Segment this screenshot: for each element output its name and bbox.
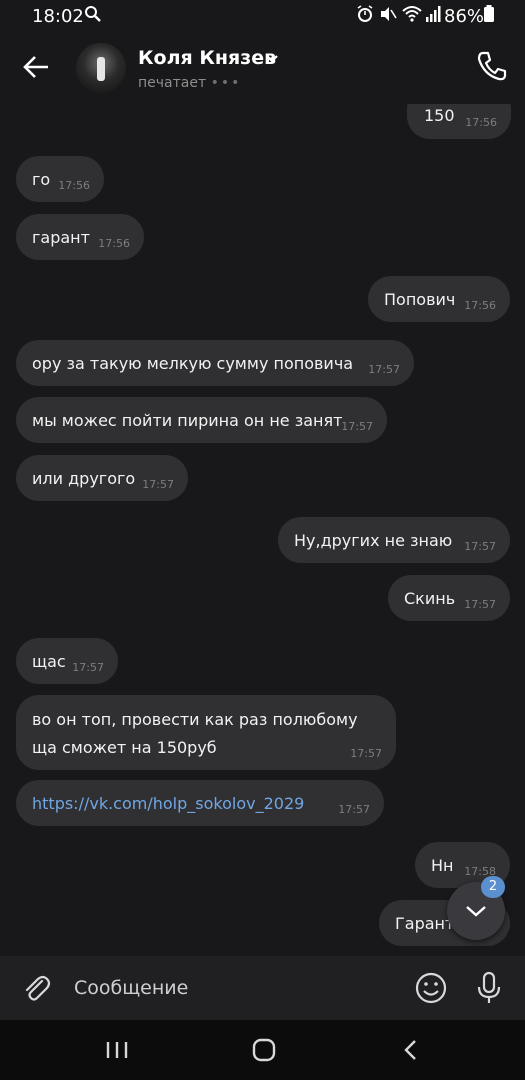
- message-text: Гарант: [395, 914, 455, 933]
- message-time: 17:57: [341, 420, 373, 433]
- system-nav-bar: [0, 1020, 525, 1080]
- typing-dots-icon: •••: [210, 75, 242, 91]
- message-time: 17:57: [72, 661, 104, 674]
- back-arrow-icon: [23, 56, 48, 78]
- message-time: 17:57: [368, 363, 400, 376]
- chat-header: Коля Князев печатает •••: [0, 34, 525, 104]
- nav-back-button[interactable]: [400, 1036, 420, 1064]
- message-text: или другого: [32, 469, 136, 488]
- message-time: 17:56: [98, 237, 130, 250]
- paperclip-icon: [25, 975, 51, 1001]
- call-button[interactable]: [474, 48, 510, 84]
- battery-level: 86%: [444, 6, 485, 27]
- message-text: Попович: [384, 290, 456, 309]
- message-bubble-out[interactable]: Попович 17:56: [368, 276, 510, 322]
- message-text: во он топ, провести как раз полюбому ща …: [32, 710, 358, 757]
- avatar[interactable]: [76, 43, 126, 93]
- typing-status: печатает •••: [138, 75, 241, 91]
- unread-badge: 2: [481, 876, 505, 898]
- message-bubble-in[interactable]: го 17:56: [16, 156, 104, 202]
- status-bar: 18:02 86%: [0, 0, 525, 34]
- chevron-down-icon[interactable]: [264, 50, 280, 66]
- message-time: 17:56: [465, 116, 497, 129]
- typing-label: печатает: [138, 75, 207, 91]
- message-list[interactable]: 150 17:56 го 17:56 гарант 17:56 Попович …: [0, 104, 525, 954]
- message-time: 17:57: [464, 540, 496, 553]
- message-text: 150: [424, 106, 455, 125]
- attach-button[interactable]: [20, 972, 52, 1004]
- contact-name[interactable]: Коля Князев: [138, 47, 276, 69]
- message-text: Ну,других не знаю: [294, 531, 453, 550]
- message-bubble-in[interactable]: ору за такую мелкую сумму поповича 17:57: [16, 340, 414, 386]
- battery-icon: [483, 5, 495, 28]
- message-bubble-link[interactable]: https://vk.com/holp_sokolov_2029 17:57: [16, 780, 384, 826]
- message-time: 17:56: [464, 299, 496, 312]
- message-bubble-in[interactable]: гарант 17:56: [16, 214, 144, 260]
- message-composer: [0, 956, 525, 1020]
- search-icon: [84, 5, 102, 28]
- mute-icon: [379, 5, 397, 28]
- message-time: 17:57: [338, 803, 370, 816]
- message-bubble-out[interactable]: 150 17:56: [407, 104, 511, 139]
- back-button[interactable]: [20, 50, 54, 84]
- mic-icon: [477, 971, 501, 1003]
- message-bubble-in[interactable]: или другого 17:57: [16, 455, 188, 501]
- message-text: мы можес пойти пирина он не занят: [32, 411, 343, 430]
- emoji-icon: [415, 972, 447, 1004]
- message-time: 17:56: [58, 179, 90, 192]
- home-icon: [252, 1038, 276, 1062]
- message-bubble-in[interactable]: во он топ, провести как раз полюбому ща …: [16, 695, 396, 770]
- message-bubble-in[interactable]: мы можес пойти пирина он не занят 17:57: [16, 397, 387, 443]
- phone-icon: [477, 51, 507, 81]
- message-text: ору за такую мелкую сумму поповича: [32, 354, 354, 373]
- message-time: 17:57: [350, 747, 382, 760]
- message-text: го: [32, 170, 51, 189]
- emoji-button[interactable]: [414, 971, 448, 1005]
- message-link[interactable]: https://vk.com/holp_sokolov_2029: [32, 794, 304, 813]
- message-time: 17:57: [142, 478, 174, 491]
- recent-apps-icon: [106, 1042, 128, 1058]
- message-text: щас: [32, 652, 66, 671]
- message-text: гарант: [32, 228, 90, 247]
- voice-message-button[interactable]: [474, 970, 504, 1006]
- message-text: Скинь: [404, 589, 456, 608]
- chevron-down-icon: [466, 906, 486, 917]
- message-input[interactable]: [74, 972, 384, 1004]
- message-time: 17:57: [464, 598, 496, 611]
- status-time: 18:02: [32, 6, 84, 27]
- signal-icon: [425, 5, 441, 28]
- alarm-icon: [356, 5, 374, 28]
- back-icon: [404, 1040, 416, 1060]
- message-bubble-out[interactable]: Скинь 17:57: [388, 575, 510, 621]
- message-bubble-in[interactable]: щас 17:57: [16, 638, 118, 684]
- message-text: Нн: [431, 856, 454, 875]
- recent-apps-button[interactable]: [104, 1038, 130, 1062]
- wifi-icon: [402, 5, 422, 28]
- message-bubble-out[interactable]: Ну,других не знаю 17:57: [278, 517, 510, 563]
- home-button[interactable]: [250, 1036, 278, 1064]
